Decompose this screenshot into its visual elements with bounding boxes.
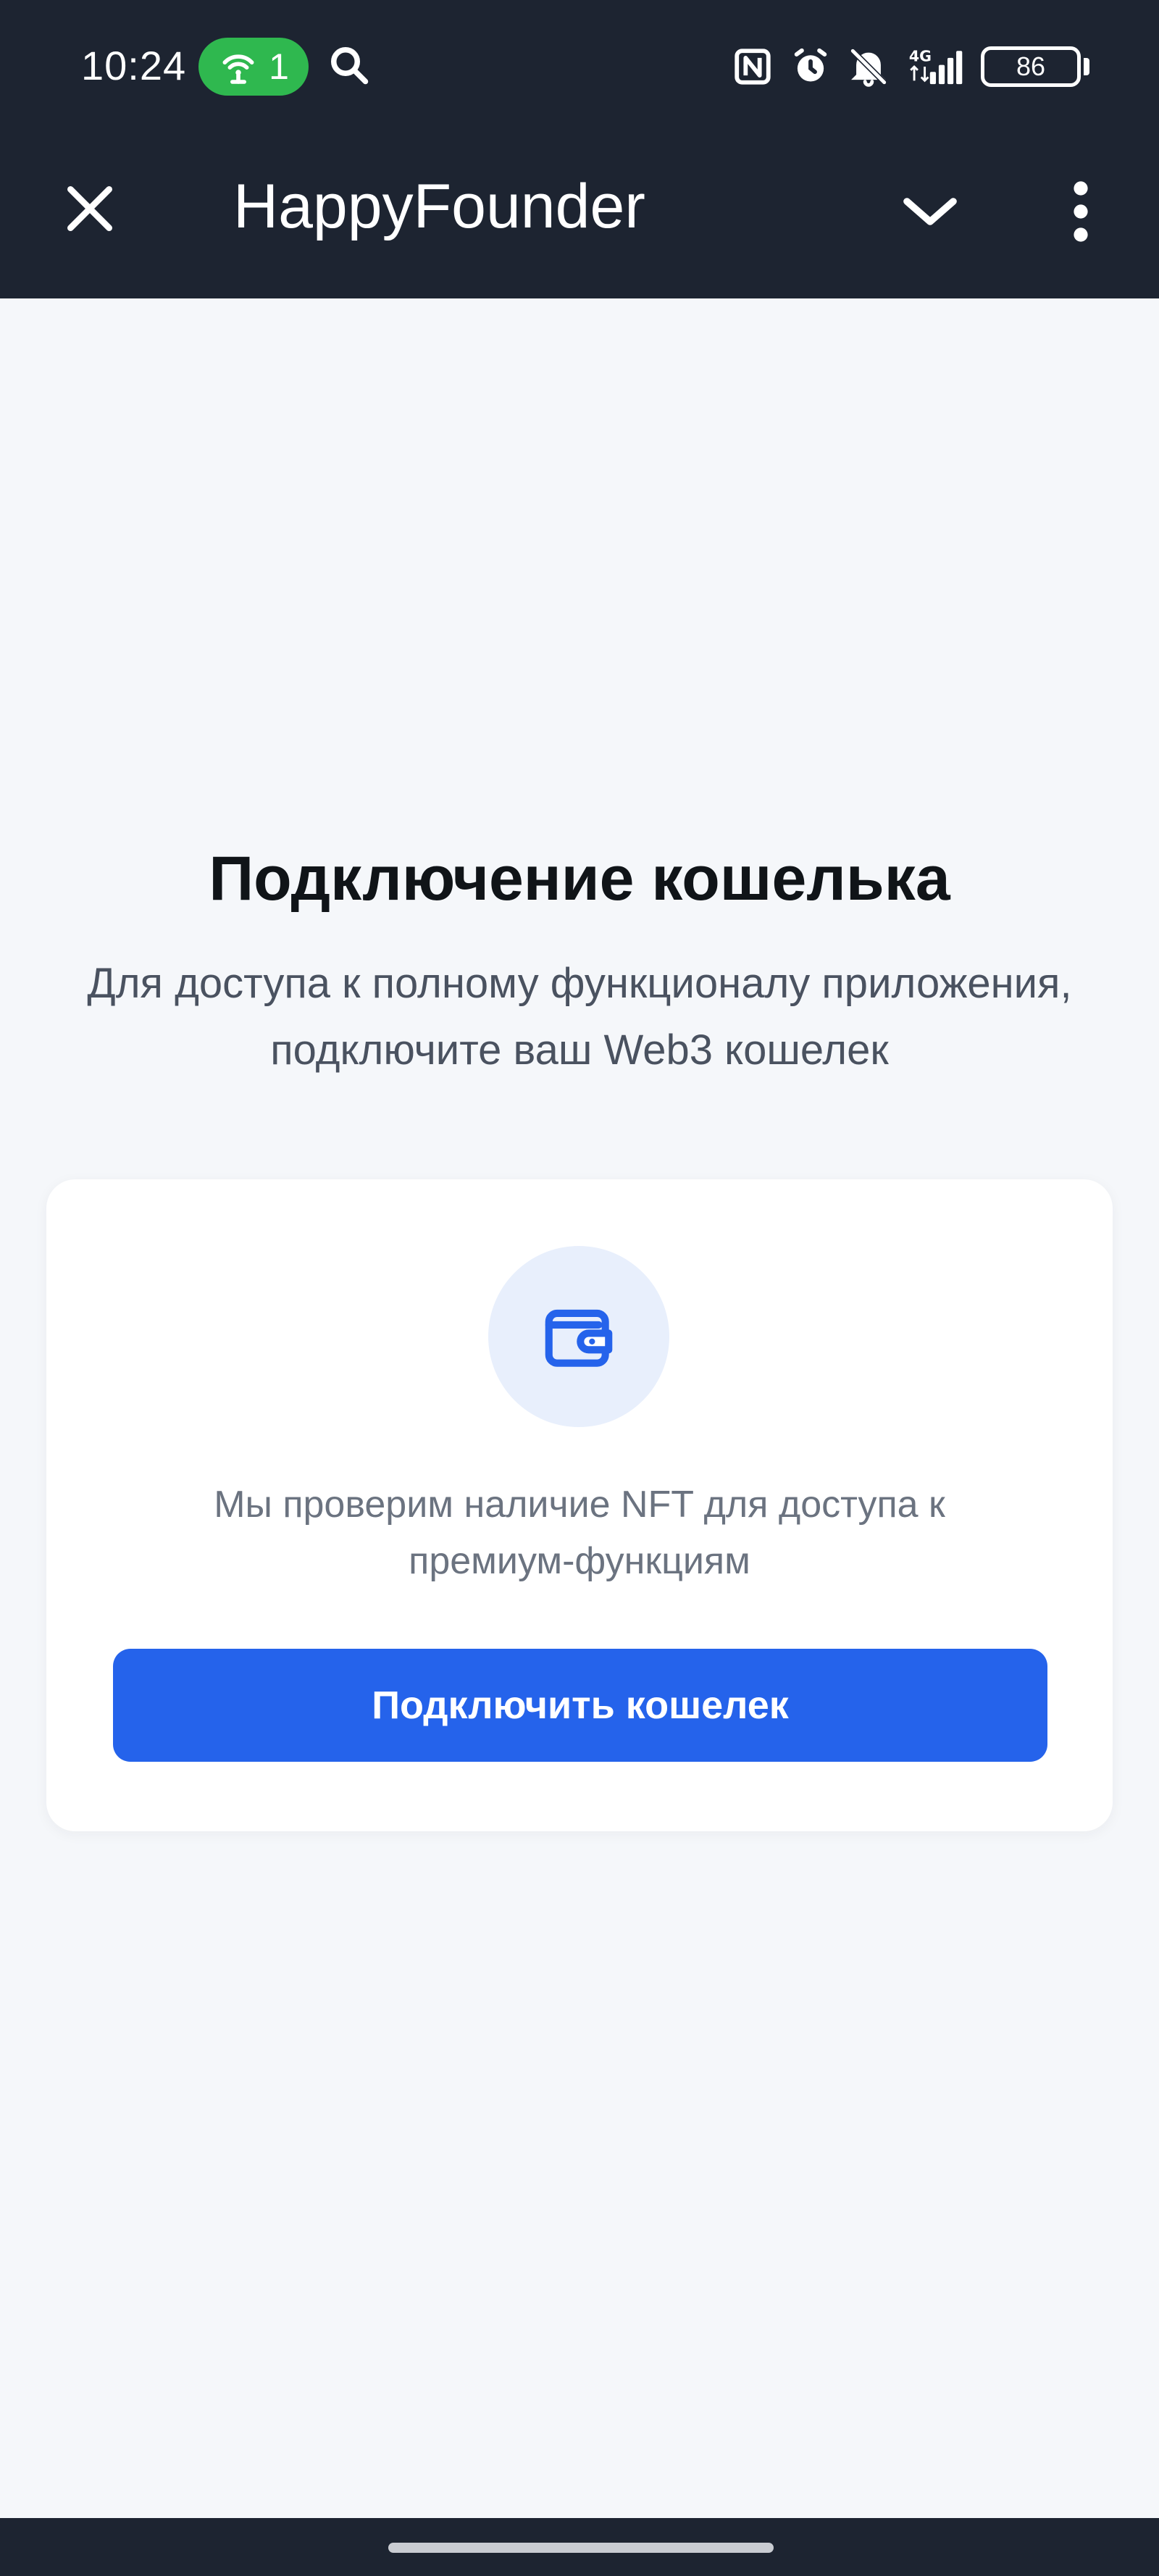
top-bar: 10:24 1 4G 86 HappyFounder	[0, 0, 1159, 298]
nfc-icon	[735, 49, 771, 85]
screen: 10:24 1 4G 86 HappyFounder Подключение к…	[0, 0, 1159, 2576]
alarm-icon	[794, 48, 827, 82]
nft-check-text: Мы проверим наличие NFT для доступа к пр…	[214, 1484, 945, 1582]
hotspot-count: 1	[269, 46, 289, 87]
connect-wallet-button[interactable]: Подключить кошелек	[113, 1649, 1047, 1762]
home-indicator[interactable]	[388, 2543, 774, 2553]
battery-level: 86	[981, 46, 1081, 87]
hotspot-indicator[interactable]: 1	[198, 38, 309, 96]
signal-4g-icon: 4G	[909, 48, 963, 85]
battery-icon: 86	[981, 46, 1089, 87]
battery-tip	[1084, 58, 1089, 75]
search-icon[interactable]	[327, 43, 371, 87]
main-content: Подключение кошелька Для доступа к полно…	[0, 298, 1159, 2518]
bell-off-icon	[849, 48, 887, 87]
status-bar: 10:24 1 4G 86	[0, 0, 1159, 133]
chevron-down-icon[interactable]	[895, 177, 965, 246]
status-icons: 4G 86	[732, 41, 1089, 93]
wallet-icon	[545, 1309, 613, 1367]
status-time: 10:24	[81, 43, 187, 88]
hotspot-icon	[222, 54, 254, 84]
more-vertical-icon[interactable]	[1058, 177, 1104, 246]
svg-text:4G: 4G	[909, 48, 932, 65]
page-subtitle: Для доступа к полному функционалу прилож…	[87, 960, 1072, 1074]
wallet-card: Мы проверим наличие NFT для доступа к пр…	[46, 1179, 1113, 1831]
page-title: Подключение кошелька	[209, 844, 950, 913]
close-icon[interactable]	[61, 180, 119, 238]
wallet-icon-badge	[488, 1246, 669, 1427]
app-title: HappyFounder	[233, 172, 645, 241]
app-bar: HappyFounder	[0, 133, 1159, 298]
navigation-bar	[0, 2518, 1159, 2576]
